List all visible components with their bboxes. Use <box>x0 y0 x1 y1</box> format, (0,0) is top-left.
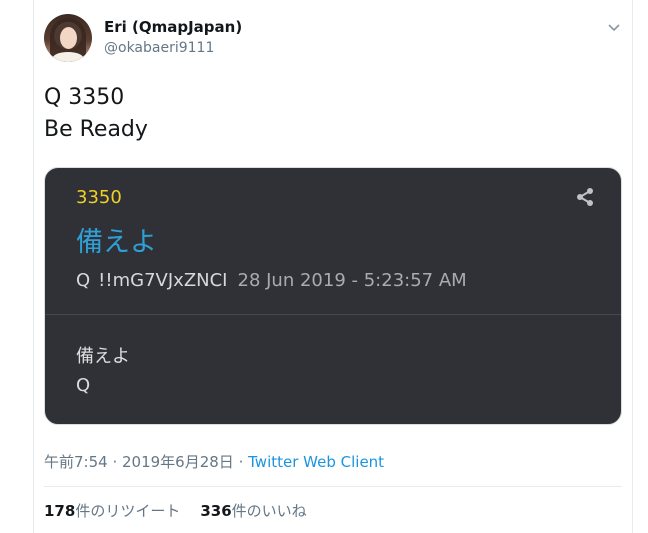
retweet-label: 件のリツイート <box>75 502 181 520</box>
post-body-line: 備えよ <box>76 346 130 367</box>
retweet-stat[interactable]: 178件のリツイート <box>44 502 180 520</box>
meta-separator: · <box>233 453 249 471</box>
post-tripcode: !!mG7VJxZNCI <box>98 270 228 291</box>
tweet-text-line: Q 3350 <box>44 85 125 110</box>
display-name[interactable]: Eri (QmapJapan) <box>104 18 242 36</box>
post-author: Q <box>76 270 91 291</box>
timeline-border-right <box>632 0 633 533</box>
like-label: 件のいいね <box>231 502 307 520</box>
timeline-border-left <box>33 0 34 533</box>
post-date: 28 Jun 2019 - 5:23:57 AM <box>237 270 467 291</box>
post-title: 備えよ <box>76 227 157 258</box>
divider <box>44 486 622 487</box>
client-link[interactable]: Twitter Web Client <box>248 453 384 471</box>
chevron-down-icon[interactable] <box>606 22 622 34</box>
like-count: 336 <box>200 502 232 520</box>
tweet-time[interactable]: 午前7:54 <box>44 453 108 471</box>
divider <box>45 314 621 315</box>
tweet-text: Q 3350 Be Ready <box>44 82 148 146</box>
retweet-count: 178 <box>44 502 76 520</box>
like-stat[interactable]: 336件のいいね <box>200 502 306 520</box>
user-handle[interactable]: @okabaeri9111 <box>104 40 214 56</box>
meta-separator: · <box>107 453 122 471</box>
tweet-date[interactable]: 2019年6月28日 <box>122 453 234 471</box>
post-body-line: Q <box>76 375 91 396</box>
qpost-card[interactable]: 3350 備えよ Q !!mG7VJxZNCI 28 Jun 2019 - 5:23… <box>44 167 622 425</box>
avatar[interactable] <box>44 14 92 62</box>
tweet-stats: 178件のリツイート 336件のいいね <box>44 500 307 521</box>
tweet-timestamp: 午前7:54 · 2019年6月28日 · Twitter Web Client <box>44 451 384 472</box>
tweet-text-line: Be Ready <box>44 117 148 142</box>
post-number: 3350 <box>76 187 122 208</box>
post-body: 備えよ Q <box>76 342 130 400</box>
share-icon[interactable] <box>575 187 595 207</box>
post-meta: Q !!mG7VJxZNCI 28 Jun 2019 - 5:23:57 AM <box>76 270 467 291</box>
